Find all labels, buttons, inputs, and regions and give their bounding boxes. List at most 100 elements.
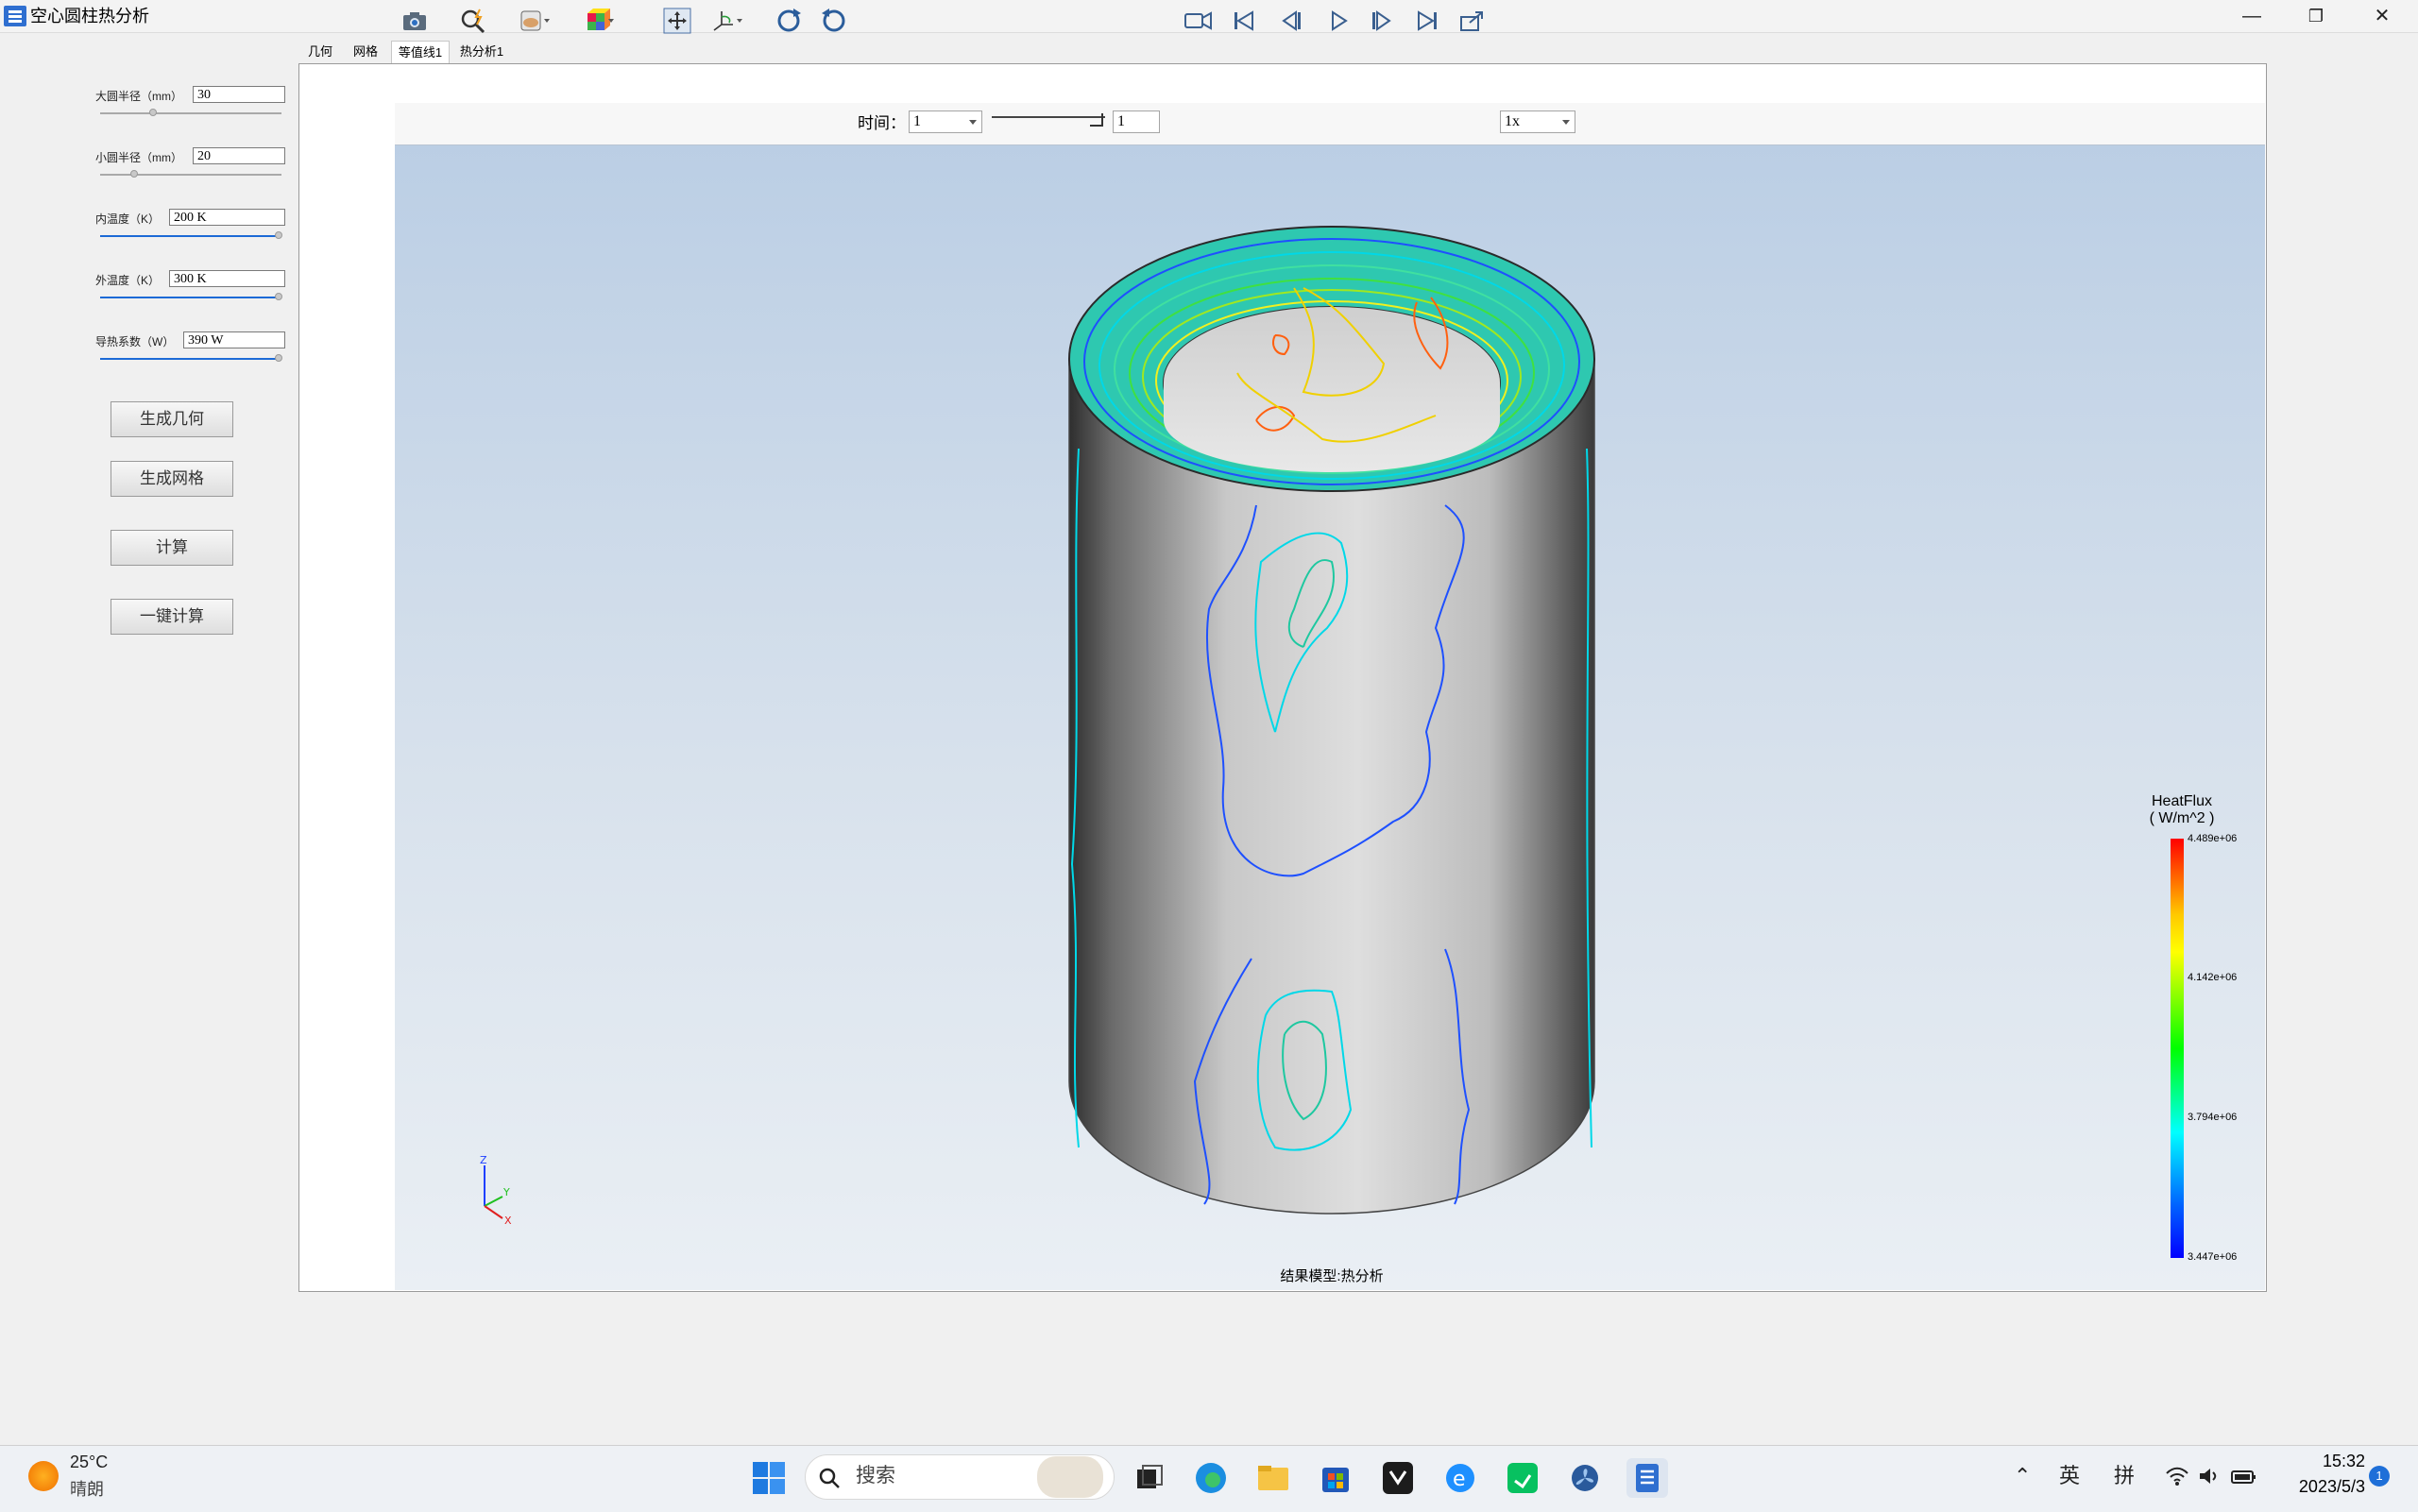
axis-triad-icon: Z Y X [480,1154,512,1227]
triad-z-label: Z [480,1154,487,1166]
legend-title: HeatFlux ( W/m^2 ) [2135,793,2229,827]
conductivity-label: 导热系数（W） [95,335,175,348]
next-frame-icon[interactable] [1366,6,1398,36]
first-frame-icon[interactable] [1228,6,1260,36]
time-select[interactable]: 1 [909,110,982,133]
camera-icon[interactable] [399,6,431,36]
weather-sun-icon[interactable] [28,1461,59,1491]
conductivity-input[interactable]: 390 W [183,331,285,348]
inner-radius-input[interactable]: 20 [193,147,285,164]
fit-view-icon[interactable] [661,6,693,36]
legend-value-2: 4.142e+06 [2188,972,2238,983]
tab-mesh[interactable]: 网格 [349,41,382,63]
inner-hole-wall [1164,307,1500,472]
outer-radius-label: 大圆半径（mm） [95,90,182,103]
clock-time[interactable]: 15:32 [2290,1452,2365,1471]
outer-temp-input[interactable]: 300 K [169,270,285,287]
legend-max-value: 4.489e+06 [2188,833,2238,844]
legend-title-text: HeatFlux [2151,793,2213,809]
generate-mesh-button[interactable]: 生成网格 [111,461,233,497]
fan-app-icon[interactable] [1564,1458,1606,1498]
outer-radius-slider[interactable] [100,112,281,114]
inner-radius-slider-thumb[interactable] [130,170,138,178]
start-icon[interactable] [748,1458,790,1498]
prev-frame-icon[interactable] [1275,6,1307,36]
volume-icon[interactable] [2197,1466,2222,1487]
maximize-button[interactable]: ❐ [2286,0,2346,32]
wifi-icon[interactable] [2165,1466,2189,1487]
time-select-value: 1 [913,113,921,129]
legend-color-bar [2171,839,2184,1258]
rotate-ccw-icon[interactable] [818,6,850,36]
weather-description[interactable]: 晴朗 [70,1476,104,1501]
rotate-cw-icon[interactable] [773,6,805,36]
conductivity-slider-thumb[interactable] [275,354,282,362]
tab-contour[interactable]: 等值线1 [391,41,450,63]
inner-temp-slider[interactable] [100,235,281,237]
time-slider[interactable] [992,116,1105,118]
display-mode-icon[interactable] [518,6,550,36]
store-icon[interactable] [1315,1458,1356,1498]
inner-temp-label: 内温度（K） [95,212,161,226]
wechat-app-icon[interactable] [1502,1458,1543,1498]
legend-unit: ( W/m^2 ) [2149,810,2215,826]
task-view-icon[interactable] [1128,1458,1169,1498]
search-icon [819,1468,840,1488]
cylinder-model[interactable] [1058,203,1606,1232]
play-icon[interactable] [1322,6,1354,36]
clock-date[interactable]: 2023/5/3 [2271,1477,2365,1497]
svg-text:e: e [1453,1468,1466,1491]
search-highlight-icon [1037,1456,1103,1498]
tab-geometry[interactable]: 几何 [304,41,336,63]
record-video-icon[interactable] [1183,6,1215,36]
search-placeholder: 搜索 [856,1465,895,1487]
window-title: 空心圆柱热分析 [30,7,149,25]
tab-thermal-analysis[interactable]: 热分析1 [457,41,506,63]
one-click-compute-button[interactable]: 一键计算 [111,599,233,635]
outer-temp-slider-thumb[interactable] [275,293,282,300]
edge-browser-icon[interactable] [1190,1458,1232,1498]
axis-orient-icon[interactable] [710,6,742,36]
ie-browser-icon[interactable]: e [1439,1458,1481,1498]
export-icon[interactable] [1456,6,1489,36]
generate-geometry-button[interactable]: 生成几何 [111,401,233,437]
battery-icon[interactable] [2229,1466,2257,1487]
inner-temp-slider-thumb[interactable] [275,231,282,239]
color-cube-icon[interactable] [582,6,614,36]
weather-temperature[interactable]: 25°C [70,1453,108,1472]
outer-temp-slider[interactable] [100,297,281,298]
frame-spinbox[interactable]: 1 [1113,110,1160,133]
chevron-down-icon [969,120,977,125]
last-frame-icon[interactable] [1411,6,1443,36]
ime-mode[interactable]: 拼 [2114,1462,2135,1490]
notification-badge[interactable]: 1 [2369,1466,2390,1487]
time-slider-end [1090,113,1103,127]
show-hidden-icons-chevron-icon[interactable]: ⌃ [2014,1462,2031,1490]
inner-radius-label: 小圆半径（mm） [95,151,182,164]
inner-radius-slider[interactable] [100,174,281,176]
conductivity-slider[interactable] [100,358,281,360]
file-explorer-icon[interactable] [1252,1458,1294,1498]
minimize-button[interactable]: — [2222,0,2282,32]
result-model-caption: 结果模型:热分析 [1280,1268,1384,1284]
app-icon [4,6,26,26]
time-label: 时间： [858,114,906,132]
chevron-down-icon [1562,120,1570,125]
legend-min-value: 3.447e+06 [2188,1251,2238,1263]
active-app-icon[interactable] [1626,1458,1668,1498]
compute-button[interactable]: 计算 [111,530,233,566]
outer-radius-input[interactable]: 30 [193,86,285,103]
frame-spinbox-value: 1 [1117,113,1125,129]
ime-language[interactable]: 英 [2059,1462,2080,1490]
close-button[interactable]: ✕ [2352,0,2412,32]
speed-select[interactable]: 1x [1500,110,1575,133]
legend-value-3: 3.794e+06 [2188,1112,2238,1123]
outer-radius-slider-thumb[interactable] [149,109,157,116]
speed-select-value: 1x [1505,113,1520,129]
app-unreal-icon[interactable] [1377,1458,1419,1498]
inner-temp-input[interactable]: 200 K [169,209,285,226]
triad-y-label: Y [502,1186,510,1198]
view-toolbar [395,103,2265,145]
zoom-icon[interactable] [457,6,489,36]
triad-x-label: X [504,1215,512,1227]
